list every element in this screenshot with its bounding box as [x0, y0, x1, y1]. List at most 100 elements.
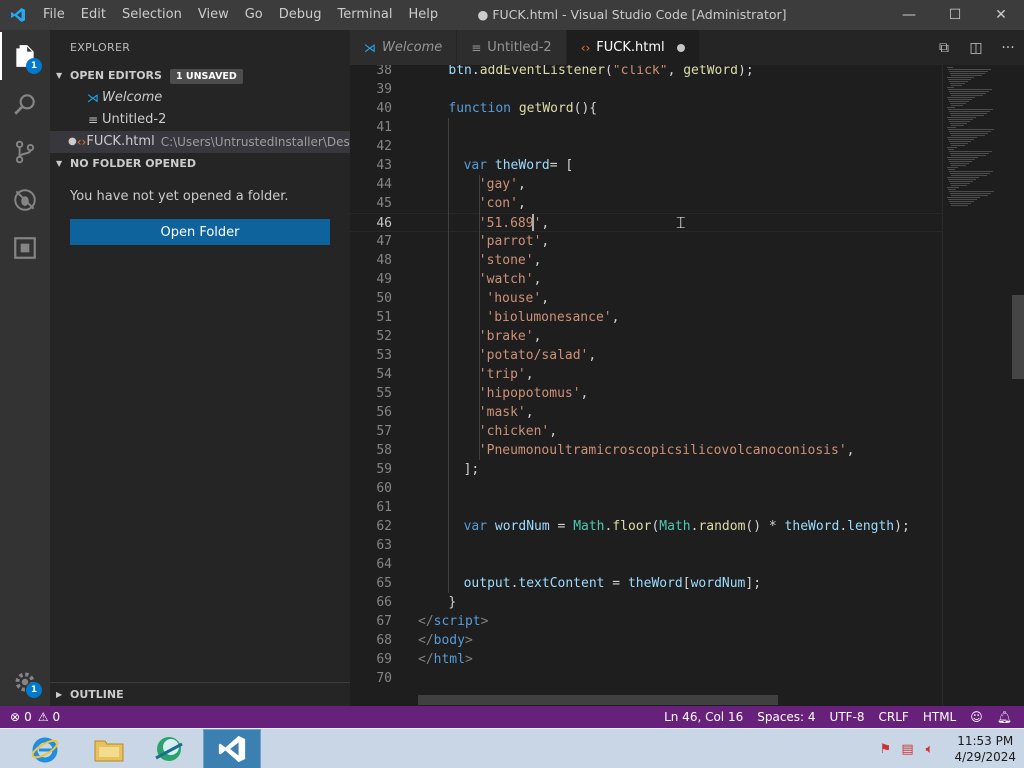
code-line[interactable]: 39 [350, 80, 942, 99]
unsaved-dot-icon[interactable] [676, 43, 685, 52]
open-editor-fuck-html[interactable]: ● ‹› FUCK.html C:\Users\UntrustedInstall… [50, 131, 350, 153]
encoding[interactable]: UTF-8 [830, 710, 865, 724]
code-line[interactable]: 60 [350, 479, 942, 498]
volume-icon[interactable]: 🔈︎ [918, 742, 940, 757]
taskbar-ie[interactable] [16, 729, 74, 768]
vertical-scrollbar[interactable] [1012, 295, 1024, 379]
folder-icon [94, 740, 124, 762]
vscode-icon: ⋊ [364, 40, 376, 55]
code-line[interactable]: 68 </body> [350, 631, 942, 650]
language-mode[interactable]: HTML [923, 710, 956, 724]
code-line[interactable]: 70 [350, 669, 942, 688]
code-text: 'watch', [478, 272, 542, 287]
bell-icon[interactable]: 🔔︎ [997, 710, 1012, 724]
tab-fuck-html[interactable]: ‹› FUCK.html [566, 30, 700, 65]
html-icon: ‹› [76, 135, 87, 149]
menu-debug[interactable]: Debug [271, 0, 330, 30]
code-line[interactable]: 54 'trip', [350, 365, 942, 384]
code-line[interactable]: 61 [350, 498, 942, 517]
taskbar-app[interactable] [140, 729, 198, 768]
activity-search[interactable] [0, 80, 50, 128]
debug-icon [14, 189, 36, 211]
line-number: 46 [376, 216, 392, 231]
code-line[interactable]: 55 'hipopotomus', [350, 384, 942, 403]
code-line[interactable]: 52 'brake', [350, 327, 942, 346]
code-line[interactable]: 44 'gay', [350, 175, 942, 194]
code-line[interactable]: 63 [350, 536, 942, 555]
activity-manage[interactable]: 1 [0, 658, 50, 706]
code-line[interactable]: 53 'potato/salad', [350, 346, 942, 365]
menu-selection[interactable]: Selection [114, 0, 190, 30]
more-actions-icon[interactable]: ··· [992, 40, 1024, 56]
code-line[interactable]: 67 </script> [350, 612, 942, 631]
problems-indicator[interactable]: ⊗ 0 ⚠ 0 [10, 706, 60, 728]
chevron-down-icon: ▼ [56, 71, 63, 80]
line-ending[interactable]: CRLF [879, 710, 909, 724]
no-folder-header[interactable]: ▼ NO FOLDER OPENED [50, 153, 350, 175]
code-line[interactable]: 62 var wordNum = Math.floor(Math.random()… [350, 517, 942, 536]
open-folder-button[interactable]: Open Folder [70, 219, 330, 245]
code-line[interactable]: 56 'mask', [350, 403, 942, 422]
menu-file[interactable]: File [35, 0, 73, 30]
code-line[interactable]: 48 'stone', [350, 251, 942, 270]
cursor-position[interactable]: Ln 46, Col 16 [664, 710, 743, 724]
open-changes-icon[interactable]: ⧉ [928, 40, 960, 56]
open-editors-header[interactable]: ▼ OPEN EDITORS 1 UNSAVED [50, 65, 350, 87]
code-line[interactable]: 42 [350, 137, 942, 156]
code-line[interactable]: 59]; [350, 460, 942, 479]
code-line[interactable]: 69 </html> [350, 650, 942, 669]
dirty-dot-icon[interactable]: ● [50, 131, 77, 153]
code-text: 'house', [486, 291, 550, 306]
code-line[interactable]: 45 'con', [350, 194, 942, 213]
code-line[interactable]: 64 [350, 555, 942, 574]
activity-debug[interactable] [0, 176, 50, 224]
minimize-button[interactable]: — [886, 0, 932, 30]
tab-welcome[interactable]: ⋊ Welcome [350, 30, 458, 65]
line-number: 67 [376, 614, 392, 629]
taskbar-file-explorer[interactable] [80, 729, 138, 768]
code-line[interactable]: 57 'chicken', [350, 422, 942, 441]
open-editor-welcome[interactable]: ⋊ Welcome [50, 87, 350, 109]
code-editor[interactable]: 38 btn.addEventListener("click", getWord)… [350, 65, 1024, 706]
flag-icon[interactable]: ⚑ [874, 742, 896, 757]
indentation[interactable]: Spaces: 4 [757, 710, 815, 724]
tab-untitled-2[interactable]: ≡ Untitled-2 [457, 30, 567, 65]
outline-header[interactable]: ▶ OUTLINE [50, 682, 350, 706]
code-line[interactable]: 49 'watch', [350, 270, 942, 289]
taskbar-vscode[interactable] [203, 729, 261, 768]
code-line[interactable]: 51 'biolumonesance', [350, 308, 942, 327]
minimap-line [947, 197, 980, 198]
code-line[interactable]: 65 output.textContent = theWord[wordNum]; [350, 574, 942, 593]
minimap[interactable] [942, 65, 1024, 706]
code-line[interactable]: 46 '51.689', [350, 213, 942, 232]
smiley-icon[interactable]: ☺ [970, 710, 983, 724]
code-line[interactable]: 58 'Pneumonoultramicroscopicsilicovolcano… [350, 441, 942, 460]
horizontal-scrollbar[interactable] [418, 695, 778, 705]
menu-go[interactable]: Go [237, 0, 271, 30]
vscode-icon [218, 735, 246, 763]
minimap-line [949, 181, 973, 182]
network-icon[interactable]: ▤ [896, 742, 918, 757]
code-line[interactable]: 50 'house', [350, 289, 942, 308]
code-line[interactable]: 66} [350, 593, 942, 612]
code-line[interactable]: 47 'parrot', [350, 232, 942, 251]
window-title: ● FUCK.html - Visual Studio Code [Admini… [477, 7, 787, 22]
minimap-line [949, 131, 991, 132]
vscode-logo-icon [0, 0, 35, 30]
system-tray: ⚑ ▤ 🔈︎ 11:53 PM 4/29/2024 [874, 729, 1016, 768]
close-button[interactable]: ✕ [978, 0, 1024, 30]
menu-terminal[interactable]: Terminal [330, 0, 401, 30]
split-editor-icon[interactable]: ◫ [960, 40, 992, 56]
clock[interactable]: 11:53 PM 4/29/2024 [954, 733, 1016, 765]
code-line[interactable]: 40 function getWord(){ [350, 99, 942, 118]
code-line[interactable]: 38 btn.addEventListener("click", getWord)… [350, 65, 942, 80]
menu-view[interactable]: View [190, 0, 237, 30]
code-line[interactable]: 43 var theWord= [ [350, 156, 942, 175]
activity-explorer[interactable]: 1 [0, 32, 50, 80]
menu-edit[interactable]: Edit [73, 0, 114, 30]
open-editor-untitled-2[interactable]: ≡ Untitled-2 [50, 109, 350, 131]
activity-source-control[interactable] [0, 128, 50, 176]
activity-extensions[interactable] [0, 224, 50, 272]
code-line[interactable]: 41 [350, 118, 942, 137]
maximize-button[interactable]: ☐ [932, 0, 978, 30]
